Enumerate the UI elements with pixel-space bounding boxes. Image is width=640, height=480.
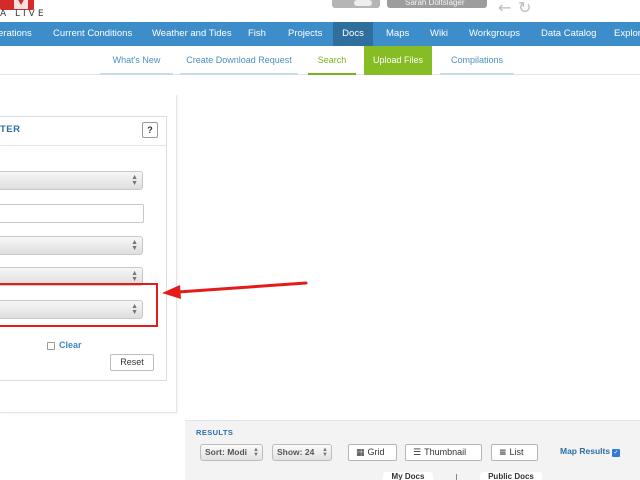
show-count-select[interactable]: Show: 24 ▲ ▼	[272, 444, 332, 461]
tab-whats-new[interactable]: What's New	[100, 46, 173, 75]
nav-item-projects[interactable]: Projects	[288, 22, 326, 46]
user-menu[interactable]: Sarah Doltslager	[387, 0, 487, 8]
show-select-label: Show: 24	[277, 447, 315, 457]
tab-compilations[interactable]: Compilations	[440, 46, 514, 75]
sort-select[interactable]: Sort: Modi ▲ ▼	[200, 444, 263, 461]
list-label: List	[509, 447, 524, 457]
grid-view-button[interactable]: ▦ Grid	[348, 444, 397, 461]
select-caret-icon: ▲ ▼	[322, 447, 328, 458]
grid-icon: ▦	[356, 448, 365, 458]
nav-item-maps[interactable]: Maps	[386, 22, 416, 46]
panel-divider	[0, 145, 167, 146]
nav-item-fish[interactable]: Fish	[248, 22, 274, 46]
help-button[interactable]: ?	[142, 122, 158, 138]
annotation-arrow-icon	[162, 281, 308, 299]
back-arrow-icon[interactable]: ←	[498, 0, 511, 17]
nav-item-explore[interactable]: Explor	[614, 22, 640, 46]
grid-label: Grid	[367, 447, 385, 457]
map-results-checkbox[interactable]: ✓	[612, 449, 620, 457]
clear-checkbox[interactable]	[47, 342, 55, 350]
refresh-icon[interactable]: ↻	[518, 0, 531, 17]
select-caret-icon: ▲ ▼	[131, 174, 138, 187]
nav-item-data-catalog[interactable]: Data Catalog	[541, 22, 597, 46]
nav-item-docs[interactable]: Docs	[333, 22, 373, 46]
tab-search[interactable]: Search	[308, 46, 356, 75]
thumbnail-view-button[interactable]: ☰ Thumbnail	[405, 444, 482, 461]
toggle-icon	[354, 0, 372, 6]
map-results-label: Map Results	[560, 446, 611, 456]
header-toggle-button[interactable]	[332, 0, 380, 8]
top-header: A LIVE Sarah Doltslager ← ↻	[0, 0, 640, 22]
thumbnail-label: Thumbnail	[424, 447, 467, 457]
select-caret-icon: ▲ ▼	[253, 447, 259, 458]
nav-item-wiki[interactable]: Wiki	[430, 22, 454, 46]
filter-panel-title: TER	[0, 124, 21, 135]
filter-text-input[interactable]	[0, 204, 144, 223]
select-caret-icon: ▲ ▼	[131, 239, 138, 252]
main-nav: erations Current Conditions Weather and …	[0, 22, 640, 46]
nav-item-weather-tides[interactable]: Weather and Tides	[152, 22, 238, 46]
tab-create-download-request[interactable]: Create Download Request	[180, 46, 298, 75]
sub-nav: What's New Create Download Request Searc…	[0, 46, 640, 75]
app-page: A LIVE Sarah Doltslager ← ↻ erations Cur…	[0, 0, 640, 480]
filter-select-1[interactable]: ▲ ▼	[0, 171, 143, 190]
nav-item-current-conditions[interactable]: Current Conditions	[53, 22, 143, 46]
filter-select-2[interactable]: ▲ ▼	[0, 236, 143, 255]
logo-mark-icon	[14, 0, 28, 9]
results-heading: RESULTS	[196, 428, 234, 437]
list-view-button[interactable]: ≡ List	[491, 444, 538, 461]
tab-public-docs[interactable]: Public Docs	[480, 472, 542, 480]
select-caret-icon: ▲ ▼	[131, 270, 138, 283]
list-icon: ≡	[499, 448, 507, 458]
tab-upload-files[interactable]: Upload Files	[364, 46, 432, 75]
nav-item-workgroups[interactable]: Workgroups	[469, 22, 529, 46]
logo-text: A LIVE	[0, 9, 47, 19]
tab-divider	[456, 474, 457, 480]
nav-item-operations[interactable]: erations	[0, 22, 42, 46]
clear-link[interactable]: Clear	[59, 340, 82, 350]
thumbnail-list-icon: ☰	[413, 448, 422, 458]
tab-my-docs[interactable]: My Docs	[383, 472, 433, 480]
sort-select-label: Sort: Modi	[205, 447, 248, 457]
annotation-highlight-box	[0, 283, 158, 327]
reset-button[interactable]: Reset	[110, 354, 154, 371]
